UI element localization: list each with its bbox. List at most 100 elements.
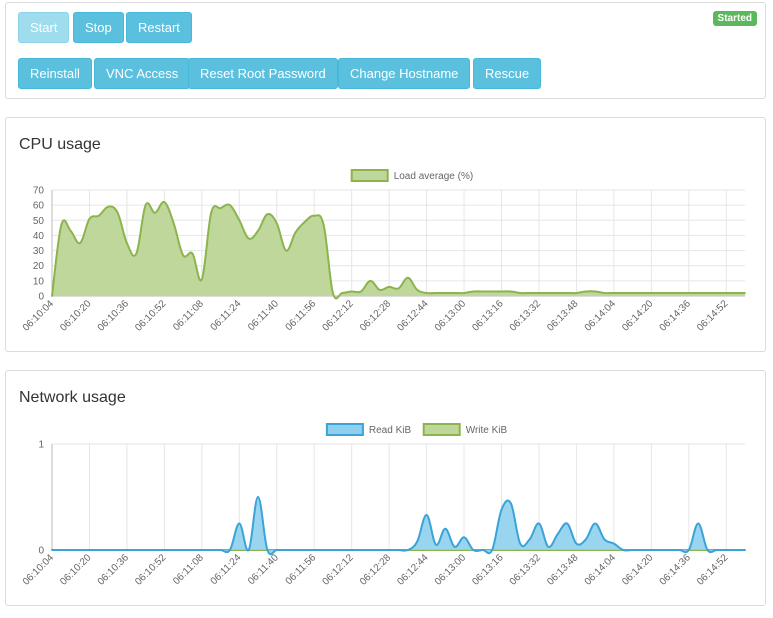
net-x-tick-label: 06:11:40 bbox=[246, 552, 281, 587]
net-x-tick-label: 06:10:52 bbox=[133, 552, 169, 588]
net-x-tick-label: 06:10:20 bbox=[58, 552, 94, 588]
net-x-tick-label: 06:14:04 bbox=[583, 552, 619, 588]
net-data-point bbox=[126, 549, 128, 551]
net-data-point bbox=[416, 540, 419, 543]
net-data-point bbox=[79, 549, 81, 551]
net-data-point bbox=[641, 549, 643, 551]
net-data-point bbox=[210, 549, 213, 551]
net-data-point bbox=[229, 549, 231, 551]
net-data-point bbox=[154, 549, 156, 551]
net-data-point bbox=[463, 536, 465, 539]
net-data-point bbox=[332, 549, 334, 551]
net-data-point bbox=[519, 542, 522, 545]
net-data-point bbox=[313, 549, 316, 551]
net-data-point bbox=[266, 549, 269, 551]
net-data-point bbox=[51, 549, 53, 551]
net-data-point bbox=[622, 549, 625, 551]
net-data-point bbox=[388, 549, 391, 551]
net-data-point bbox=[182, 549, 185, 551]
net-data-point bbox=[547, 545, 550, 548]
net-data-point bbox=[528, 538, 531, 541]
net-x-tick-label: 06:12:28 bbox=[358, 552, 394, 588]
net-x-tick-label: 06:13:00 bbox=[433, 552, 469, 588]
net-data-point bbox=[584, 538, 587, 541]
net-x-tick-label: 06:11:08 bbox=[171, 552, 206, 587]
net-data-point bbox=[687, 549, 690, 551]
net-data-point bbox=[191, 549, 194, 551]
net-data-point bbox=[144, 549, 147, 551]
net-legend-swatch bbox=[422, 423, 461, 436]
net-data-point bbox=[378, 549, 381, 551]
net-data-point bbox=[257, 496, 259, 498]
net-data-point bbox=[734, 549, 737, 551]
net-data-point bbox=[706, 549, 709, 551]
net-data-point bbox=[135, 549, 138, 551]
net-data-point bbox=[397, 549, 400, 551]
net-x-tick-label: 06:13:32 bbox=[508, 552, 544, 588]
net-data-point bbox=[575, 542, 578, 545]
net-y-tick-label: 0 bbox=[38, 546, 44, 557]
net-data-point bbox=[341, 549, 344, 551]
net-y-tick-label: 1 bbox=[38, 440, 44, 451]
network-usage-chart: 0106:10:04 06:10:20 06:10:36 06:10:52 06:11:… bbox=[21, 423, 746, 588]
net-data-point bbox=[60, 549, 63, 551]
net-data-point bbox=[322, 549, 325, 551]
net-data-point bbox=[612, 542, 615, 545]
net-data-point bbox=[303, 549, 306, 551]
net-data-point bbox=[88, 549, 91, 551]
net-data-point bbox=[97, 549, 100, 551]
net-data-point bbox=[453, 545, 456, 548]
net-data-point bbox=[294, 549, 297, 551]
net-data-point bbox=[444, 527, 447, 530]
net-data-point bbox=[107, 549, 110, 551]
net-data-point bbox=[631, 549, 634, 551]
net-data-point bbox=[500, 508, 503, 511]
net-x-tick-label: 06:13:48 bbox=[545, 552, 581, 588]
net-data-point bbox=[725, 549, 728, 551]
net-x-tick-label: 06:12:44 bbox=[395, 552, 431, 588]
net-x-tick-label: 06:11:56 bbox=[284, 552, 319, 587]
net-x-tick-label: 06:13:16 bbox=[470, 552, 506, 588]
net-series-area-read-kib bbox=[52, 497, 745, 555]
net-data-point bbox=[716, 549, 718, 551]
net-data-point bbox=[678, 549, 681, 551]
net-data-point bbox=[650, 549, 653, 551]
net-x-tick-label: 06:11:24 bbox=[209, 552, 244, 587]
net-legend-label: Read KiB bbox=[369, 425, 412, 436]
net-x-tick-label: 06:14:20 bbox=[620, 552, 656, 588]
net-x-tick-label: 06:14:52 bbox=[695, 552, 731, 588]
net-data-point bbox=[481, 549, 484, 551]
net-legend-label: Write KiB bbox=[466, 425, 508, 436]
net-data-point bbox=[369, 549, 372, 551]
net-data-point bbox=[744, 549, 746, 551]
net-data-point bbox=[247, 549, 250, 551]
net-data-point bbox=[172, 549, 175, 551]
net-data-point bbox=[360, 549, 362, 551]
net-data-point bbox=[275, 549, 278, 551]
net-data-point bbox=[538, 522, 540, 525]
net-data-point bbox=[594, 522, 597, 525]
net-data-point bbox=[603, 538, 606, 541]
net-data-point bbox=[200, 549, 203, 551]
net-x-tick-label: 06:10:04 bbox=[21, 552, 57, 588]
net-data-point bbox=[472, 549, 475, 551]
net-data-point bbox=[285, 549, 288, 551]
net-data-point bbox=[425, 514, 428, 516]
net-data-point bbox=[659, 549, 662, 551]
net-data-point bbox=[556, 533, 559, 535]
net-data-point bbox=[238, 522, 241, 525]
net-legend-swatch bbox=[325, 423, 364, 436]
net-data-point bbox=[435, 543, 437, 546]
net-x-tick-label: 06:10:36 bbox=[96, 552, 132, 588]
net-data-point bbox=[406, 549, 409, 551]
net-data-point bbox=[219, 549, 222, 551]
net-data-point bbox=[163, 549, 166, 551]
net-data-point bbox=[697, 522, 700, 525]
net-x-tick-label: 06:14:36 bbox=[658, 552, 694, 588]
net-data-point bbox=[350, 549, 353, 551]
net-data-point bbox=[669, 549, 671, 551]
net-data-point bbox=[566, 522, 568, 525]
net-data-point bbox=[116, 549, 119, 551]
net-series-line-read-kib bbox=[51, 495, 745, 556]
net-x-tick-label: 06:12:12 bbox=[320, 552, 356, 588]
